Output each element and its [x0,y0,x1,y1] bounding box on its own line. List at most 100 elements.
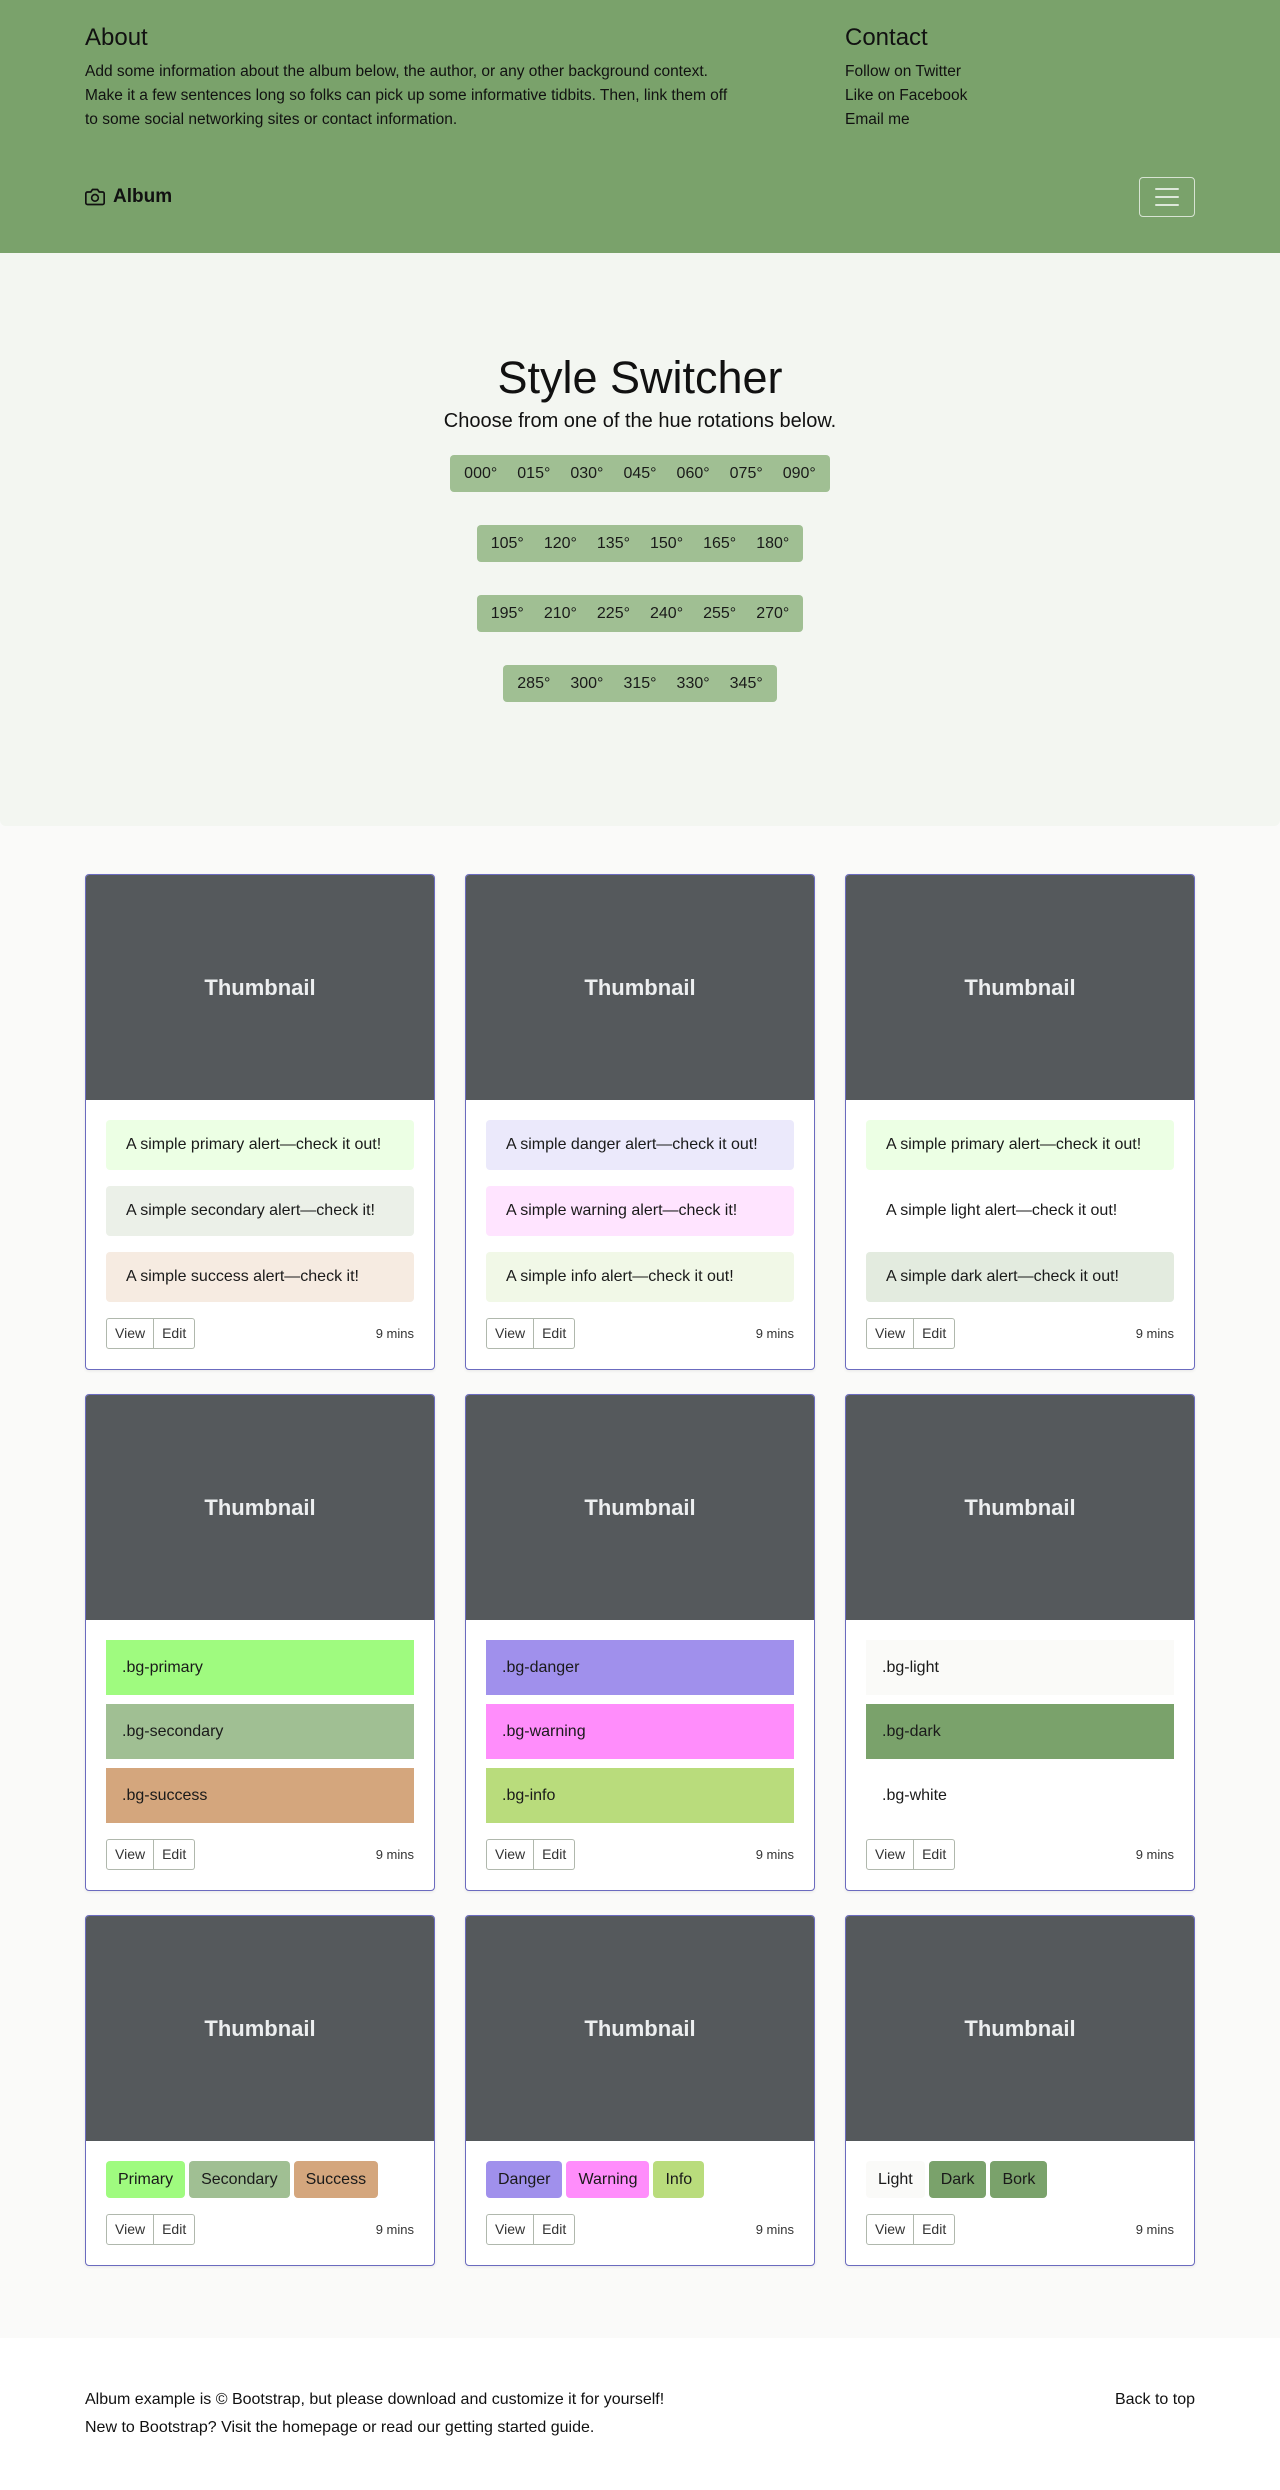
alert-box: A simple primary alert—check it out! [106,1120,414,1170]
view-button[interactable]: View [106,1318,155,1349]
background-sample: .bg-primary [106,1640,414,1695]
edit-button[interactable]: Edit [154,1318,196,1349]
card-footer: View Edit 9 mins [486,1839,794,1870]
hue-button[interactable]: 075° [720,455,773,492]
background-sample: .bg-info [486,1768,794,1823]
footer-copyright: Album example is © Bootstrap, but please… [85,2391,665,2408]
hue-button[interactable]: 345° [720,665,773,702]
view-button[interactable]: View [486,2214,535,2245]
hue-button-row: 105° 120° 135° 150° 165° 180° [0,525,1280,562]
card-button-group: View Edit [866,1839,956,1870]
background-sample: .bg-secondary [106,1704,414,1759]
card-footer: View Edit 9 mins [486,2214,794,2245]
contact-link-twitter[interactable]: Follow on Twitter [845,60,1195,84]
edit-button[interactable]: Edit [534,1318,576,1349]
card-button-group: View Edit [866,1318,956,1349]
hue-button[interactable]: 045° [613,455,666,492]
hue-button[interactable]: 105° [481,525,534,562]
navbar-toggler[interactable] [1139,177,1195,217]
card-buttons-1: Thumbnail Danger Warning Info View Edit 9 mins [465,1915,815,2266]
hue-button[interactable]: 270° [746,595,799,632]
brand-label: Album [113,186,173,207]
card-thumbnail: Thumbnail [86,1395,434,1620]
alert-box: A simple danger alert—check it out! [486,1120,794,1170]
hue-button[interactable]: 030° [560,455,613,492]
hue-button[interactable]: 165° [693,525,746,562]
card-time-label: 9 mins [375,1326,414,1341]
edit-button[interactable]: Edit [534,2214,576,2245]
sample-button[interactable]: Primary [106,2161,186,2198]
hue-button[interactable]: 285° [507,665,560,702]
card-alerts-2: Thumbnail A simple primary alert—check it… [845,874,1195,1370]
hue-button[interactable]: 180° [746,525,799,562]
hue-button[interactable]: 225° [587,595,640,632]
hue-button[interactable]: 330° [667,665,720,702]
view-button[interactable]: View [866,2214,915,2245]
view-button[interactable]: View [486,1839,535,1870]
sample-button[interactable]: Info [653,2161,705,2198]
hue-button[interactable]: 195° [481,595,534,632]
edit-button[interactable]: Edit [914,1839,956,1870]
hue-button[interactable]: 015° [507,455,560,492]
hue-button[interactable]: 315° [613,665,666,702]
card-alerts-1: Thumbnail A simple danger alert—check it … [465,874,815,1370]
edit-button[interactable]: Edit [914,2214,956,2245]
sample-button[interactable]: Secondary [189,2161,290,2198]
view-button[interactable]: View [106,1839,155,1870]
card-footer: View Edit 9 mins [866,1318,1174,1349]
back-to-top-link[interactable]: Back to top [1115,2386,1195,2442]
edit-button[interactable]: Edit [154,2214,196,2245]
hue-button-row: 195° 210° 225° 240° 255° 270° [0,595,1280,632]
edit-button[interactable]: Edit [534,1839,576,1870]
hamburger-icon [1155,188,1179,206]
contact-link-facebook[interactable]: Like on Facebook [845,84,1195,108]
sample-button[interactable]: Dark [928,2161,987,2198]
view-button[interactable]: View [866,1839,915,1870]
card-footer: View Edit 9 mins [106,2214,414,2245]
hue-button[interactable]: 240° [640,595,693,632]
hue-button[interactable]: 000° [454,455,507,492]
hue-button[interactable]: 255° [693,595,746,632]
edit-button[interactable]: Edit [154,1839,196,1870]
footer: Album example is © Bootstrap, but please… [0,2338,1280,2490]
sample-button[interactable]: Danger [486,2161,563,2198]
hue-button[interactable]: 120° [534,525,587,562]
card-thumbnail: Thumbnail [86,1916,434,2141]
card-body: A simple danger alert—check it out! A sim… [466,1100,814,1369]
hue-button-group: 105° 120° 135° 150° 165° 180° [476,525,804,562]
hue-button[interactable]: 150° [640,525,693,562]
background-sample: .bg-light [866,1640,1174,1695]
card-button-group: View Edit [866,2214,956,2245]
card-backgrounds-0: Thumbnail .bg-primary .bg-secondary .bg-suc… [85,1394,435,1891]
footer-getting-started: New to Bootstrap? Visit the homepage or … [85,2419,595,2436]
sample-button[interactable]: Warning [566,2161,650,2198]
background-sample: .bg-dark [866,1704,1174,1759]
hue-button-group: 000° 015° 030° 045° 060° 075° 090° [450,455,830,492]
contact-section: Contact Follow on Twitter Like on Facebo… [845,24,1195,132]
card-time-label: 9 mins [1135,2222,1174,2237]
view-button[interactable]: View [106,2214,155,2245]
navbar-brand[interactable]: Album [85,186,172,208]
hue-button[interactable]: 090° [773,455,826,492]
card-backgrounds-1: Thumbnail .bg-danger .bg-warning .bg-info Vi… [465,1394,815,1891]
card-body: .bg-danger .bg-warning .bg-info View Edit 9 m… [466,1620,814,1890]
hue-button[interactable]: 060° [667,455,720,492]
style-switcher-jumbotron: Style Switcher Choose from one of the hu… [0,253,1280,826]
hue-button[interactable]: 135° [587,525,640,562]
contact-link-email[interactable]: Email me [845,108,1195,132]
hue-button[interactable]: 210° [534,595,587,632]
thumbnail-label: Thumbnail [204,1494,316,1520]
card-thumbnail: Thumbnail [846,1395,1194,1620]
view-button[interactable]: View [866,1318,915,1349]
view-button[interactable]: View [486,1318,535,1349]
sample-button[interactable]: Light [866,2161,925,2198]
thumbnail-label: Thumbnail [584,974,696,1000]
hue-button[interactable]: 300° [560,665,613,702]
edit-button[interactable]: Edit [914,1318,956,1349]
sample-button[interactable]: Bork [990,2161,1048,2198]
alert-box: A simple success alert—check it! [106,1252,414,1302]
album: Thumbnail A simple primary alert—check it… [0,826,1280,2338]
sample-button[interactable]: Success [293,2161,379,2198]
background-sample: .bg-success [106,1768,414,1823]
camera-icon [85,188,105,206]
